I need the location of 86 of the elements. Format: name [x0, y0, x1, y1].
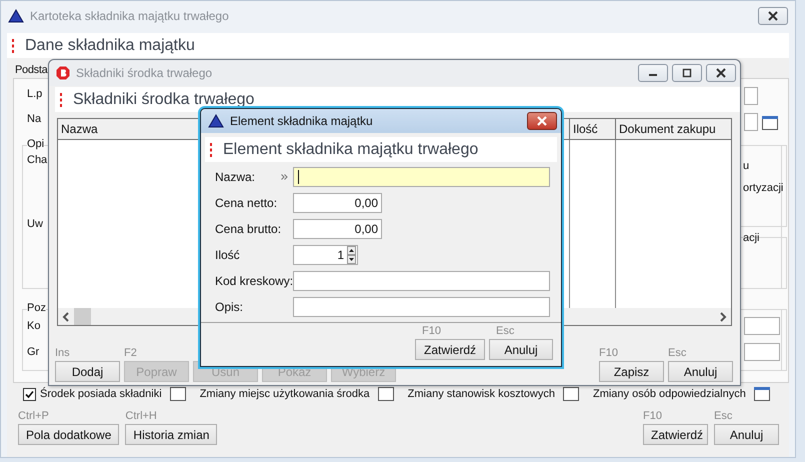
field-label: Opis:	[215, 300, 244, 314]
dots-icon	[209, 142, 213, 156]
badge-icon	[56, 66, 70, 80]
shortcut-hint: F10	[421, 325, 442, 339]
field-label: Opi	[27, 138, 44, 150]
close-button[interactable]	[706, 64, 736, 82]
shortcut-hint: Ctrl+P	[18, 410, 50, 424]
column-header[interactable]: Ilość	[570, 119, 616, 139]
shortcut-hint: F10	[599, 347, 619, 361]
option-label: Zmiany stanowisk kosztowych	[408, 388, 555, 400]
shortcut-hint: Esc	[495, 325, 516, 339]
triangle-icon	[208, 114, 224, 128]
window-icon[interactable]	[762, 116, 778, 130]
dots-icon	[59, 92, 63, 106]
shortcut-hint: Ctrl+H	[125, 410, 158, 424]
option-label: Zmiany osób odpowiedzialnych	[592, 388, 746, 400]
action-button[interactable]: Anuluj	[668, 361, 733, 382]
field-label: Cena netto:	[215, 196, 278, 210]
field-label: acji	[743, 232, 760, 244]
option-label: Zmiany miejsc użytkowania środka	[200, 388, 370, 400]
maximize-icon	[681, 68, 693, 78]
field-label: Poz	[27, 302, 46, 314]
field-label: Cha	[27, 154, 48, 166]
field-label: Cena brutto:	[215, 222, 282, 236]
input-field[interactable]	[293, 297, 550, 317]
action-button[interactable]: Pola dodatkowe	[18, 424, 120, 445]
action-button[interactable]: Zatwierdź	[415, 339, 485, 360]
action-button[interactable]: Historia zmian	[125, 424, 218, 445]
window-title: Element składnika majątku	[230, 114, 374, 128]
input-field[interactable]	[744, 87, 758, 105]
action-button[interactable]: Anuluj	[714, 424, 779, 445]
close-icon	[767, 11, 779, 21]
field-label: u	[743, 160, 750, 172]
checkbox[interactable]	[23, 388, 36, 400]
tab[interactable]: Podsta	[15, 64, 48, 76]
input-field[interactable]: 1	[293, 245, 358, 265]
field-label: ortyzacji	[743, 182, 784, 194]
input-field[interactable]	[293, 167, 550, 187]
triangle-icon	[8, 9, 24, 23]
window-title: Kartoteka składnika majątku trwałego	[30, 9, 230, 23]
action-button[interactable]: Zapisz	[599, 361, 664, 382]
spin-buttons[interactable]	[347, 246, 356, 264]
window-icon[interactable]	[170, 387, 186, 401]
shortcut-hint: F10	[643, 410, 663, 424]
window-title: Składniki środka trwałego	[76, 66, 214, 80]
text-cursor	[298, 170, 299, 184]
section-header: Element składnika majątku trwałego	[223, 140, 478, 158]
field-label: Nazwa:	[215, 170, 256, 184]
input-field[interactable]	[293, 271, 550, 291]
input-field[interactable]: 0,00	[293, 193, 382, 213]
field-label: Gr	[27, 346, 40, 358]
close-icon	[715, 68, 727, 78]
column-header[interactable]: Dokument zakupu	[616, 119, 731, 139]
window-icon[interactable]	[562, 387, 579, 401]
shortcut-hint: Esc	[714, 410, 734, 424]
window-icon[interactable]	[754, 387, 770, 401]
field-label: Kod kreskowy:	[215, 274, 294, 288]
minimize-button[interactable]	[638, 64, 668, 82]
maximize-button[interactable]	[672, 64, 702, 82]
section-header: Dane składnika majątku	[25, 36, 195, 54]
close-button[interactable]	[758, 7, 788, 25]
scroll-thumb[interactable]	[74, 308, 91, 325]
close-button[interactable]	[527, 112, 557, 130]
input-field[interactable]: 0,00	[293, 219, 382, 239]
shortcut-hint: Esc	[668, 347, 688, 361]
shortcut-hint: Ins	[55, 347, 71, 361]
field-label: Ko	[27, 320, 40, 332]
input-field[interactable]	[744, 317, 780, 335]
action-button[interactable]: Zatwierdź	[643, 424, 708, 445]
section-header: Składniki środka trwałego	[73, 90, 254, 108]
shortcut-hint: F2	[124, 347, 138, 361]
field-label: Uw	[27, 218, 43, 230]
input-field[interactable]	[744, 343, 780, 361]
scroll-right-icon[interactable]	[719, 312, 727, 322]
field-label: L.p	[27, 88, 42, 100]
input-field[interactable]	[744, 113, 758, 131]
window-icon[interactable]	[378, 387, 394, 401]
dots-icon	[11, 38, 15, 52]
scroll-left-icon[interactable]	[62, 312, 70, 322]
double-chevron-icon	[281, 174, 288, 180]
close-icon	[536, 116, 548, 126]
field-label: Ilość	[215, 248, 240, 262]
checkbox-label: Środek posiada składniki	[40, 388, 162, 400]
action-button[interactable]: Dodaj	[55, 361, 120, 382]
field-label: Na	[27, 113, 42, 125]
action-button[interactable]: Anuluj	[489, 339, 553, 360]
